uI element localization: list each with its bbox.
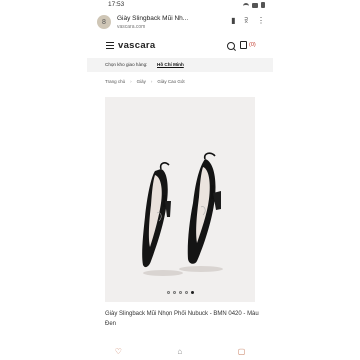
cart-icon[interactable] xyxy=(240,41,247,49)
heart-icon[interactable]: ♡ xyxy=(115,347,122,356)
battery-icon xyxy=(261,2,265,8)
product-name: Giày Slingback Mũi Nhọn Phối Nubuck - BM… xyxy=(105,311,259,327)
home-icon[interactable]: ⌂ xyxy=(177,347,182,356)
site-header: vascara (0) xyxy=(87,37,273,57)
cart-count[interactable]: (0) xyxy=(249,42,256,48)
more-vert-icon[interactable]: ⋮ xyxy=(257,17,265,25)
product-image-carousel[interactable] xyxy=(105,97,255,302)
site-logo[interactable]: vascara xyxy=(118,40,156,51)
store-label: Chọn kho giao hàng: xyxy=(105,62,148,67)
status-bar: 17:53 xyxy=(87,0,273,10)
shoe-image xyxy=(142,152,223,276)
breadcrumb-separator: › xyxy=(150,79,153,84)
hamburger-menu-icon[interactable] xyxy=(106,42,114,49)
page-title[interactable]: Giày Slingback Mũi Nh... xyxy=(117,15,207,22)
carousel-dot[interactable] xyxy=(172,291,176,294)
breadcrumb: Trang chủ › Giày › Giày Cao Gót xyxy=(105,79,185,84)
share-icon[interactable]: ⫂ xyxy=(244,17,248,25)
carousel-dot[interactable] xyxy=(166,291,170,294)
carousel-dot-active[interactable] xyxy=(190,291,194,294)
browser-actions: ▮ ⫂ ⋮ xyxy=(231,17,265,25)
carousel-dot[interactable] xyxy=(178,291,182,294)
status-time: 17:53 xyxy=(108,1,125,8)
store-value-link[interactable]: Hồ Chí Minh xyxy=(157,62,184,67)
wifi-icon xyxy=(243,2,249,8)
site-favicon-glyph: 8 xyxy=(102,18,106,26)
breadcrumb-item-home[interactable]: Trang chủ xyxy=(105,79,125,84)
browser-url-bar: 8 Giày Slingback Mũi Nh... vascara.com ▮… xyxy=(87,11,273,35)
status-icons xyxy=(243,2,265,8)
bottom-nav: ♡ ⌂ ▢ xyxy=(87,344,273,358)
breadcrumb-item-giay-cao-got[interactable]: Giày Cao Gót xyxy=(157,79,184,84)
breadcrumb-separator: › xyxy=(130,79,132,84)
phone-screen: 17:53 8 Giày Slingback Mũi Nh... vascara… xyxy=(87,0,273,360)
breadcrumb-item-giay[interactable]: Giày xyxy=(137,79,146,84)
carousel-dot[interactable] xyxy=(184,291,188,294)
bookmark-icon[interactable]: ▮ xyxy=(231,17,235,25)
page-url[interactable]: vascara.com xyxy=(117,24,145,30)
carousel-dots xyxy=(105,291,255,294)
signal-icon xyxy=(252,2,258,8)
store-selector[interactable]: Chọn kho giao hàng: Hồ Chí Minh xyxy=(87,58,273,72)
search-icon[interactable] xyxy=(227,42,235,50)
site-favicon-icon[interactable]: 8 xyxy=(97,15,111,29)
tag-icon[interactable]: ▢ xyxy=(238,347,246,356)
